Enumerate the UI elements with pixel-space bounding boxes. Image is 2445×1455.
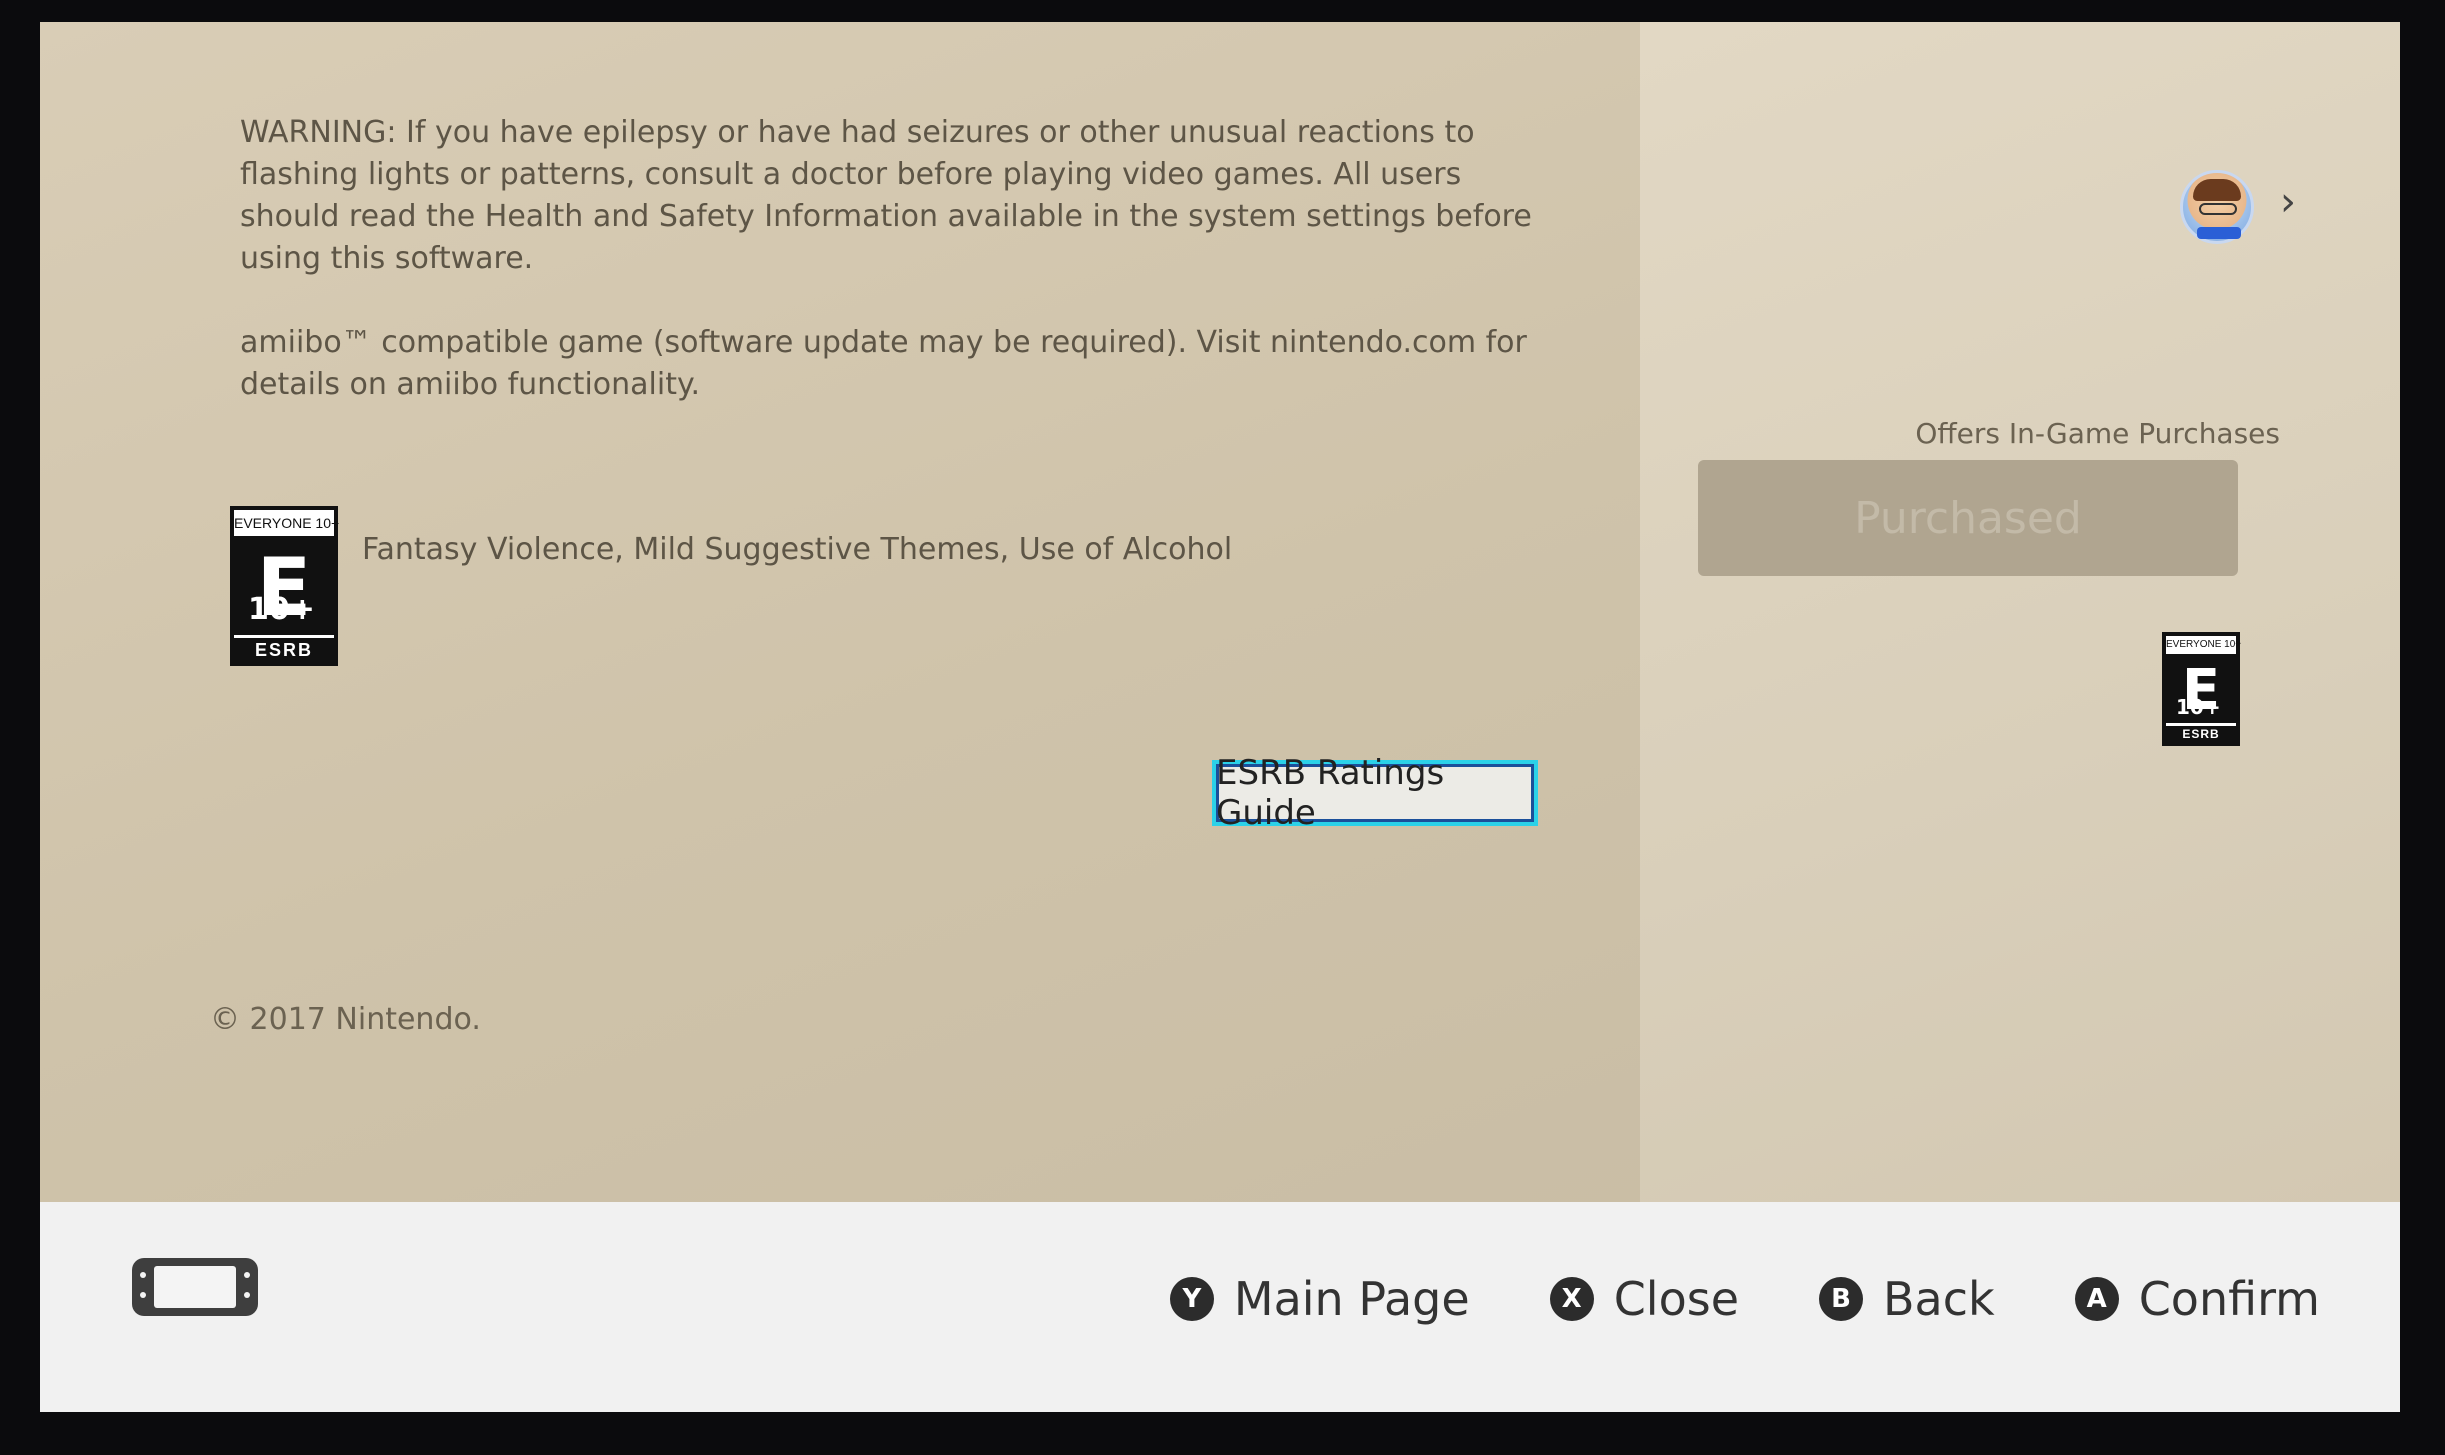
button-guide: Y Main Page X Close B Back A Confirm	[1169, 1272, 2320, 1326]
esrb-ratings-guide-button[interactable]: ESRB Ratings Guide	[1212, 753, 1538, 833]
chevron-right-icon[interactable]: ›	[2280, 182, 2310, 222]
y-button-icon: Y	[1169, 1277, 1214, 1321]
avatar-glasses-shape	[2199, 203, 2237, 215]
esrb-rating-badge: EVERYONE 10+ E 10+ ESRB	[230, 506, 339, 666]
console-handheld-icon	[132, 1258, 258, 1316]
console-button-dot	[140, 1292, 146, 1298]
esrb-rating-header: EVERYONE 10+	[234, 510, 339, 539]
purchased-button[interactable]: Purchased	[1698, 460, 2238, 576]
back-action[interactable]: B Back	[1819, 1272, 1995, 1326]
main-page-label: Main Page	[1233, 1272, 1470, 1326]
content-descriptors-text: Fantasy Violence, Mild Suggestive Themes…	[362, 532, 1233, 567]
confirm-action[interactable]: A Confirm	[2074, 1272, 2320, 1326]
esrb-e-logo-icon: E 10+	[234, 539, 334, 635]
avatar-hair-shape	[2193, 179, 2241, 201]
esrb-rating-age: 10+	[2176, 695, 2221, 719]
confirm-label: Confirm	[2138, 1272, 2320, 1326]
console-button-dot	[244, 1272, 250, 1278]
avatar-scarf-shape	[2197, 227, 2241, 239]
b-button-icon: B	[1819, 1277, 1863, 1321]
main-page-action[interactable]: Y Main Page	[1169, 1272, 1470, 1326]
console-screen-shape	[154, 1266, 236, 1308]
esrb-rating-age: 10+	[248, 592, 315, 627]
close-label: Close	[1613, 1272, 1739, 1326]
epilepsy-warning-text: WARNING: If you have epilepsy or have ha…	[240, 115, 1532, 276]
esrb-rating-badge-small: EVERYONE 10+ E 10+ ESRB	[2162, 632, 2241, 746]
esrb-rating-header: EVERYONE 10+	[2166, 636, 2241, 657]
eshop-screen: WARNING: If you have epilepsy or have ha…	[40, 22, 2400, 1412]
user-avatar[interactable]	[2180, 170, 2254, 244]
console-button-dot	[140, 1272, 146, 1278]
footer-bar: Y Main Page X Close B Back A Confirm	[40, 1202, 2400, 1412]
console-button-dot	[244, 1292, 250, 1298]
game-info-panel: WARNING: If you have epilepsy or have ha…	[40, 22, 1640, 1202]
close-action[interactable]: X Close	[1549, 1272, 1739, 1326]
purchase-side-panel: › Offers In-Game Purchases Purchased EVE…	[1640, 22, 2400, 1202]
copyright-text: © 2017 Nintendo.	[210, 1002, 481, 1037]
esrb-rating-footer: ESRB	[234, 635, 334, 662]
back-label: Back	[1883, 1272, 1995, 1326]
in-game-purchases-notice: Offers In-Game Purchases	[1915, 417, 2280, 450]
amiibo-info-text: amiibo™ compatible game (software update…	[240, 325, 1527, 402]
esrb-e-logo-icon: E 10+	[2166, 657, 2236, 723]
a-button-icon: A	[2074, 1277, 2119, 1321]
esrb-rating-footer: ESRB	[2166, 723, 2236, 742]
x-button-icon: X	[1549, 1277, 1594, 1321]
